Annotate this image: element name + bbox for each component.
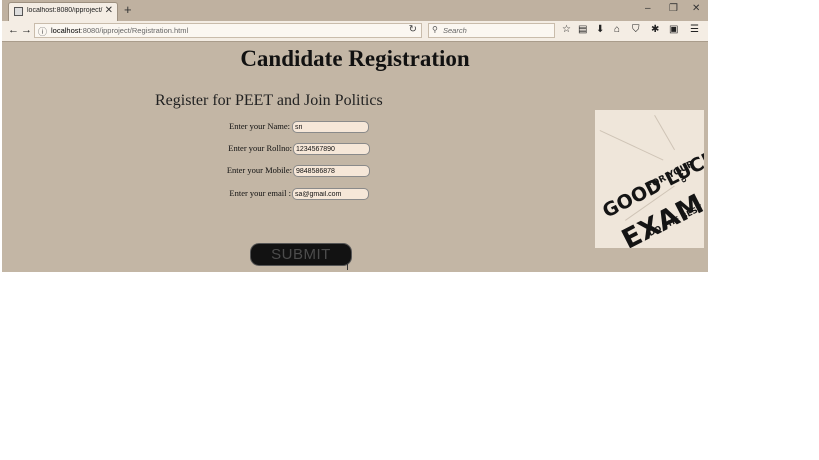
text-cursor bbox=[347, 264, 348, 270]
site-info-icon[interactable]: ⓘ bbox=[38, 25, 47, 38]
page-content: Candidate Registration Register for PEET… bbox=[2, 42, 708, 272]
search-bar[interactable]: ⚲ Search bbox=[428, 23, 555, 38]
page-title: Candidate Registration bbox=[240, 46, 470, 71]
url-bar[interactable]: ⓘ localhost:8080/ipproject/Registration.… bbox=[34, 23, 422, 38]
search-icon: ⚲ bbox=[432, 25, 438, 34]
reading-list-icon[interactable]: ▤ bbox=[578, 24, 587, 35]
new-tab-button[interactable]: + bbox=[124, 2, 132, 17]
close-window-button[interactable]: ✕ bbox=[692, 3, 700, 14]
mobile-input[interactable] bbox=[293, 165, 370, 177]
submit-button[interactable]: SUBMIT bbox=[250, 243, 352, 266]
screenshot-icon[interactable]: ▣ bbox=[669, 24, 678, 35]
page-subtitle: Register for PEET and Join Politics bbox=[155, 92, 383, 109]
home-icon[interactable]: ⌂ bbox=[614, 24, 620, 35]
tab-close-icon[interactable]: ✕ bbox=[105, 5, 113, 16]
email-input[interactable] bbox=[292, 188, 369, 200]
name-input[interactable] bbox=[292, 121, 369, 133]
email-label: Enter your email : bbox=[229, 188, 291, 198]
extension-icon[interactable]: ✱ bbox=[651, 24, 659, 35]
navigation-bar: ← → ⓘ localhost:8080/ipproject/Registrat… bbox=[2, 21, 708, 42]
download-icon[interactable]: ⬇ bbox=[596, 24, 604, 35]
url-text[interactable]: localhost:8080/ipproject/Registration.ht… bbox=[51, 26, 188, 35]
restore-button[interactable]: ❐ bbox=[669, 3, 678, 14]
mobile-label: Enter your Mobile: bbox=[226, 165, 292, 175]
tab-title: localhost:8080/ipproject/Re bbox=[27, 7, 103, 14]
name-label: Enter your Name: bbox=[229, 121, 290, 131]
pocket-icon[interactable]: ⛉ bbox=[632, 24, 640, 35]
good-luck-poster: GOOD LUCK FOR YOUR EXAM AND DO THE BEST bbox=[595, 110, 704, 248]
rollno-input[interactable] bbox=[293, 143, 370, 155]
forward-button[interactable]: → bbox=[21, 24, 32, 36]
rollno-label: Enter your Rollno: bbox=[228, 143, 292, 153]
browser-tab[interactable]: localhost:8080/ipproject/Re ✕ bbox=[8, 2, 118, 21]
bookmark-star-icon[interactable]: ☆ bbox=[562, 24, 571, 35]
menu-icon[interactable]: ☰ bbox=[690, 24, 699, 35]
page-favicon-icon bbox=[14, 7, 23, 16]
browser-window: localhost:8080/ipproject/Re ✕ + – ❐ ✕ ← … bbox=[2, 0, 708, 272]
reload-button[interactable]: ↻ bbox=[409, 24, 417, 35]
back-button[interactable]: ← bbox=[8, 24, 19, 36]
tab-strip: localhost:8080/ipproject/Re ✕ + – ❐ ✕ bbox=[2, 0, 708, 21]
poster-crack bbox=[654, 115, 675, 151]
minimize-button[interactable]: – bbox=[645, 3, 651, 14]
poster-crack bbox=[599, 130, 664, 161]
search-placeholder: Search bbox=[443, 26, 467, 35]
